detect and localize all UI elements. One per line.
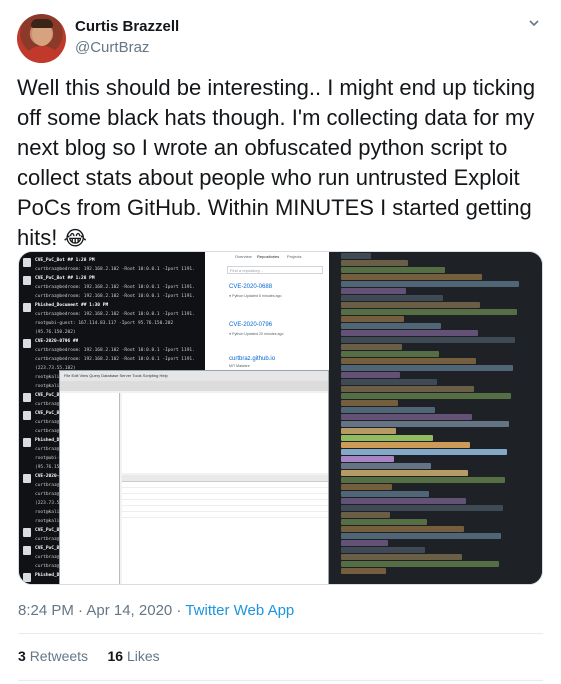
- code-line: [341, 421, 509, 427]
- chevron-down-icon[interactable]: [525, 16, 543, 34]
- code-line: [341, 407, 435, 413]
- code-line: [341, 554, 462, 560]
- retweets-stat[interactable]: 3 Retweets: [18, 648, 88, 664]
- db-schema-tree: [60, 393, 120, 584]
- repo-meta: ● Python Updated 6 minutes ago: [229, 294, 282, 298]
- code-line: [341, 519, 427, 525]
- code-line: [341, 281, 519, 287]
- table-row: [122, 512, 328, 518]
- code-line: [341, 379, 437, 385]
- db-toolbar: [60, 381, 328, 391]
- terminal-row: curtbraz@bedroom: 192.168.2.102 -Root 10…: [35, 267, 195, 272]
- code-line: [341, 344, 402, 350]
- repo-meta: MIT Malware: [229, 364, 250, 368]
- likes-stat[interactable]: 16 Likes: [108, 648, 160, 664]
- code-line: [341, 428, 396, 434]
- terminal-row: curtbraz@bedroom: 192.168.2.102 -Root 10…: [35, 294, 195, 299]
- code-line: [341, 267, 445, 273]
- code-line: [341, 295, 443, 301]
- divider: [18, 680, 543, 681]
- code-line: [341, 414, 472, 420]
- laughing-emoji-icon: 😂: [63, 228, 87, 250]
- terminal-row: curtbraz@bedroom: 192.168.2.102 -Root 10…: [35, 348, 195, 353]
- terminal-row: (95.76.150.202): [35, 330, 76, 335]
- code-line: [341, 260, 408, 266]
- code-line: [341, 477, 505, 483]
- code-line: [341, 512, 390, 518]
- code-line: [341, 526, 464, 532]
- terminal-row: curtbraz@bedroom: 192.168.2.102 -Root 10…: [35, 285, 195, 290]
- code-line: [341, 365, 513, 371]
- tweet: Curtis Brazzell @CurtBraz Well this shou…: [0, 0, 561, 684]
- code-editor-panel: [329, 252, 542, 584]
- code-line: [341, 400, 398, 406]
- code-line: [341, 393, 511, 399]
- tweet-text: Well this should be interesting.. I migh…: [17, 73, 544, 254]
- github-repo-panel: Overview Repositories Projects Find a re…: [205, 252, 329, 370]
- code-line: [341, 337, 515, 343]
- code-line: [341, 288, 406, 294]
- code-line: [341, 568, 386, 574]
- code-line: [341, 547, 425, 553]
- divider: [18, 633, 543, 634]
- code-line: [341, 253, 371, 259]
- code-line: [341, 505, 503, 511]
- code-line: [341, 533, 501, 539]
- code-line: [341, 323, 441, 329]
- terminal-row: root@ubi-guest: 167.114.83.117 -Iport 95…: [35, 321, 174, 326]
- db-query-editor: [122, 393, 328, 473]
- author-display-name[interactable]: Curtis Brazzell: [75, 18, 179, 35]
- tweet-stats: 3 Retweets 16 Likes: [18, 648, 160, 664]
- repo-name: CVE-2020-0688: [229, 284, 273, 290]
- tweet-time[interactable]: 8:24 PM · Apr 14, 2020: [18, 602, 172, 619]
- repo-name: curtbraz.github.io: [229, 356, 276, 362]
- terminal-row: curtbraz@bedroom: 192.168.2.102 -Root 10…: [35, 357, 195, 362]
- author-handle[interactable]: @CurtBraz: [75, 39, 149, 56]
- repo-search-input: Find a repository...: [227, 266, 323, 274]
- code-line: [341, 330, 478, 336]
- code-line: [341, 470, 468, 476]
- tweet-header: Curtis Brazzell @CurtBraz: [17, 14, 547, 64]
- tweet-client-link[interactable]: Twitter Web App: [185, 602, 294, 619]
- repo-name: CVE-2020-0796: [229, 322, 273, 328]
- code-line: [341, 274, 482, 280]
- code-line: [341, 540, 388, 546]
- tweet-media-image[interactable]: CVE_PoC_Bot ## 1:28 PM curtbraz@bedroom: …: [18, 251, 543, 585]
- code-line: [341, 309, 517, 315]
- file-icon: [23, 573, 31, 582]
- terminal-row: curtbraz@bedroom: 192.168.2.102 -Root 10…: [35, 312, 195, 317]
- avatar[interactable]: [17, 14, 66, 63]
- code-line: [341, 386, 474, 392]
- code-line: [341, 561, 499, 567]
- code-line: [341, 435, 433, 441]
- code-line: [341, 442, 470, 448]
- db-workbench-window: File Edit View Query Database Server Too…: [59, 370, 329, 584]
- db-result-grid: [122, 475, 328, 584]
- tweet-timestamp: 8:24 PM · Apr 14, 2020 · Twitter Web App: [18, 602, 295, 619]
- tweet-body: Well this should be interesting.. I migh…: [17, 75, 536, 250]
- code-line: [341, 351, 439, 357]
- code-line: [341, 358, 476, 364]
- code-line: [341, 456, 394, 462]
- code-line: [341, 491, 429, 497]
- repo-meta: ● Python Updated 20 minutes ago: [229, 332, 284, 336]
- code-line: [341, 372, 400, 378]
- terminal-row: Phished_Document ## 1:30 PM: [35, 303, 109, 308]
- code-line: [341, 484, 392, 490]
- db-menubar: File Edit View Query Database Server Too…: [60, 371, 328, 381]
- code-line: [341, 316, 404, 322]
- code-line: [341, 302, 480, 308]
- code-line: [341, 498, 466, 504]
- code-line: [341, 463, 431, 469]
- code-line: [341, 449, 507, 455]
